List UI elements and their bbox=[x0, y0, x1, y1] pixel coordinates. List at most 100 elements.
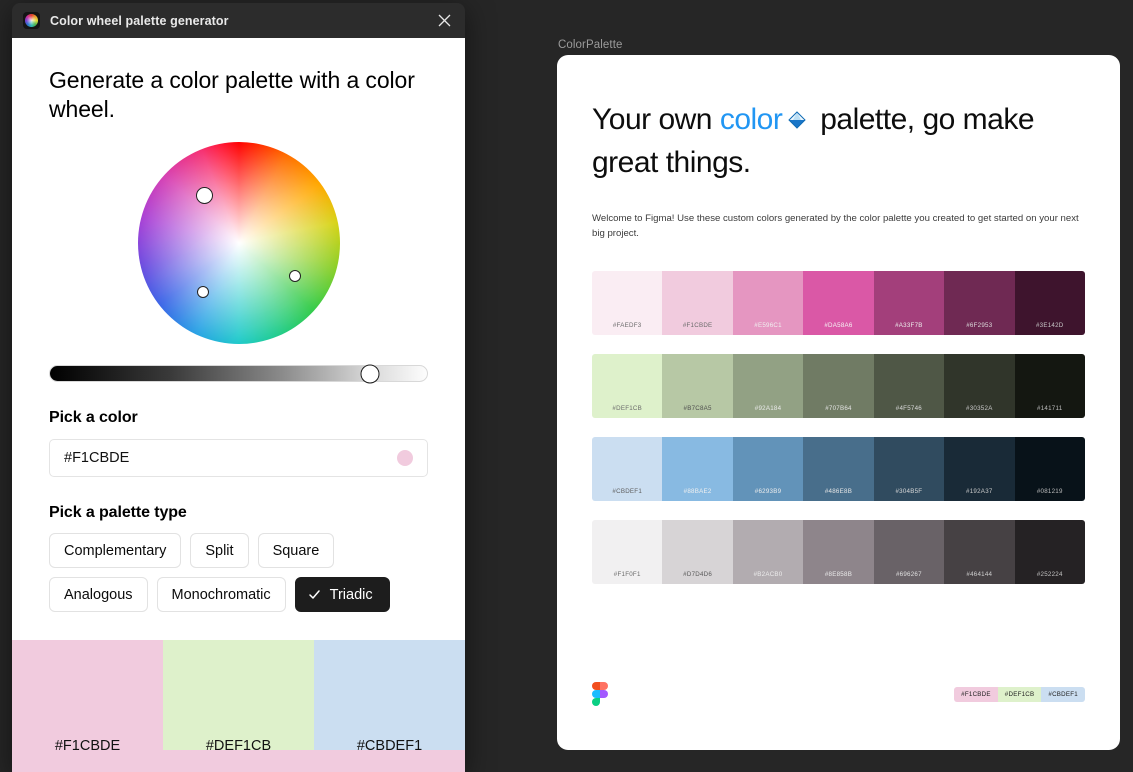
palette-cell-label: #B2ACB0 bbox=[733, 571, 803, 578]
palette-cell[interactable]: #464144 bbox=[944, 520, 1014, 584]
palette-cell-label: #3E142D bbox=[1015, 322, 1085, 329]
palette-cell[interactable]: #DA58A6 bbox=[803, 271, 873, 335]
color-wheel-icon bbox=[23, 12, 40, 29]
brightness-slider-handle[interactable] bbox=[361, 364, 380, 383]
page-title: Generate a color palette with a color wh… bbox=[49, 66, 428, 124]
design-frame[interactable]: Your own color palette, go make great th… bbox=[557, 55, 1120, 750]
hero-title: Your own color palette, go make great th… bbox=[592, 99, 1085, 183]
gray-row: #F1F0F1#D7D4D6#B2ACB0#8E858B#696267#4641… bbox=[592, 520, 1085, 584]
palette-cell[interactable]: #D7D4D6 bbox=[662, 520, 732, 584]
frame-content: Your own color palette, go make great th… bbox=[557, 55, 1120, 584]
green-row: #DEF1CB#B7C8A5#92A184#707B64#4F5746#3035… bbox=[592, 354, 1085, 418]
palette-type-label: Complementary bbox=[64, 543, 166, 559]
palette-cell[interactable]: #F1CBDE bbox=[662, 271, 732, 335]
palette-cell[interactable]: #4F5746 bbox=[874, 354, 944, 418]
palette-cell-label: #E596C1 bbox=[733, 322, 803, 329]
palette-cell[interactable]: #E596C1 bbox=[733, 271, 803, 335]
palette-cell[interactable]: #B7C8A5 bbox=[662, 354, 732, 418]
palette-cell[interactable]: #88BAE2 bbox=[662, 437, 732, 501]
palette-cell-label: #081219 bbox=[1015, 488, 1085, 495]
palette-cell-label: #D7D4D6 bbox=[662, 571, 732, 578]
wheel-handle-secondary[interactable] bbox=[289, 270, 301, 282]
palette-cell-label: #6293B9 bbox=[733, 488, 803, 495]
plugin-window: Color wheel palette generator Generate a… bbox=[12, 3, 465, 772]
wheel-handle-primary[interactable] bbox=[196, 187, 213, 204]
palette-cell[interactable]: #F1F0F1 bbox=[592, 520, 662, 584]
palette-type-label: Analogous bbox=[64, 587, 133, 603]
palette-cell[interactable]: #DEF1CB bbox=[592, 354, 662, 418]
palette-cell[interactable]: #696267 bbox=[874, 520, 944, 584]
palette-cell[interactable]: #30352A bbox=[944, 354, 1014, 418]
plugin-title: Color wheel palette generator bbox=[50, 14, 229, 28]
palette-cell[interactable]: #3E142D bbox=[1015, 271, 1085, 335]
palette-cell-label: #6F2953 bbox=[944, 322, 1014, 329]
footer-color-chip[interactable]: #F1CBDE bbox=[954, 687, 998, 702]
palette-cell-label: #CBDEF1 bbox=[592, 488, 662, 495]
hero-title-accent: color bbox=[720, 103, 783, 136]
palette-cell-label: #304B5F bbox=[874, 488, 944, 495]
palette-cell[interactable]: #141711 bbox=[1015, 354, 1085, 418]
palette-type-button-group: Complementary Split Square Analogous Monochr… bbox=[49, 533, 428, 612]
palette-type-triadic[interactable]: Triadic bbox=[295, 577, 390, 612]
palette-cell-label: #192A37 bbox=[944, 488, 1014, 495]
footer-color-chip[interactable]: #DEF1CB bbox=[998, 687, 1042, 702]
palette-type-monochromatic[interactable]: Monochromatic bbox=[157, 577, 286, 612]
palette-cell[interactable]: #8E858B bbox=[803, 520, 873, 584]
hex-input-container[interactable] bbox=[49, 439, 428, 477]
palette-cell[interactable]: #FAEDF3 bbox=[592, 271, 662, 335]
palette-cell-label: #30352A bbox=[944, 405, 1014, 412]
palette-cell[interactable]: #486E8B bbox=[803, 437, 873, 501]
palette-cell-label: #DEF1CB bbox=[592, 405, 662, 412]
generated-palette-strip: #F1CBDE#DEF1CB#CBDEF1 bbox=[12, 640, 465, 772]
palette-cell-label: #8E858B bbox=[803, 571, 873, 578]
result-strip-overflow bbox=[12, 750, 465, 772]
pink-row: #FAEDF3#F1CBDE#E596C1#DA58A6#A33F7B#6F29… bbox=[592, 271, 1085, 335]
palette-cell-label: #92A184 bbox=[733, 405, 803, 412]
palette-type-label: Triadic bbox=[330, 587, 373, 603]
plugin-body: Generate a color palette with a color wh… bbox=[12, 38, 465, 772]
blue-row: #CBDEF1#88BAE2#6293B9#486E8B#304B5F#192A… bbox=[592, 437, 1085, 501]
palette-cell[interactable]: #192A37 bbox=[944, 437, 1014, 501]
color-wheel-container bbox=[49, 142, 428, 344]
hex-color-preview-swatch[interactable] bbox=[397, 450, 413, 466]
palette-cell[interactable]: #6293B9 bbox=[733, 437, 803, 501]
palette-cell-label: #F1CBDE bbox=[662, 322, 732, 329]
frame-footer: #F1CBDE#DEF1CB#CBDEF1 bbox=[592, 682, 1085, 706]
palette-type-analogous[interactable]: Analogous bbox=[49, 577, 148, 612]
palette-cell-label: #486E8B bbox=[803, 488, 873, 495]
frame-name-label[interactable]: ColorPalette bbox=[558, 39, 622, 51]
palette-cell-label: #A33F7B bbox=[874, 322, 944, 329]
palette-type-label: Square bbox=[273, 543, 320, 559]
color-wheel[interactable] bbox=[138, 142, 340, 344]
palette-type-square[interactable]: Square bbox=[258, 533, 335, 568]
plugin-content: Generate a color palette with a color wh… bbox=[12, 38, 465, 612]
brightness-slider[interactable] bbox=[49, 365, 428, 382]
palette-type-complementary[interactable]: Complementary bbox=[49, 533, 181, 568]
palette-cell-label: #141711 bbox=[1015, 405, 1085, 412]
footer-color-chip[interactable]: #CBDEF1 bbox=[1041, 687, 1085, 702]
palette-cell[interactable]: #6F2953 bbox=[944, 271, 1014, 335]
palette-cell[interactable]: #CBDEF1 bbox=[592, 437, 662, 501]
palette-type-split[interactable]: Split bbox=[190, 533, 248, 568]
palette-cell[interactable]: #92A184 bbox=[733, 354, 803, 418]
palette-cell-label: #FAEDF3 bbox=[592, 322, 662, 329]
blue-diamond-gem-icon bbox=[786, 101, 808, 142]
palette-rows-container: #FAEDF3#F1CBDE#E596C1#DA58A6#A33F7B#6F29… bbox=[592, 271, 1085, 584]
palette-cell[interactable]: #A33F7B bbox=[874, 271, 944, 335]
palette-cell-label: #252224 bbox=[1015, 571, 1085, 578]
palette-cell[interactable]: #B2ACB0 bbox=[733, 520, 803, 584]
pick-palette-type-label: Pick a palette type bbox=[49, 504, 428, 522]
palette-cell[interactable]: #304B5F bbox=[874, 437, 944, 501]
close-icon[interactable] bbox=[433, 10, 455, 32]
plugin-titlebar: Color wheel palette generator bbox=[12, 3, 465, 38]
hero-title-part1: Your own bbox=[592, 103, 720, 136]
palette-cell[interactable]: #252224 bbox=[1015, 520, 1085, 584]
figma-canvas[interactable]: ColorPalette Your own color palette, go … bbox=[470, 0, 1133, 772]
palette-type-label: Split bbox=[205, 543, 233, 559]
footer-color-chips: #F1CBDE#DEF1CB#CBDEF1 bbox=[954, 687, 1085, 702]
palette-cell[interactable]: #081219 bbox=[1015, 437, 1085, 501]
hex-color-input[interactable] bbox=[64, 450, 397, 466]
palette-cell-label: #464144 bbox=[944, 571, 1014, 578]
palette-cell[interactable]: #707B64 bbox=[803, 354, 873, 418]
wheel-handle-tertiary[interactable] bbox=[197, 286, 209, 298]
